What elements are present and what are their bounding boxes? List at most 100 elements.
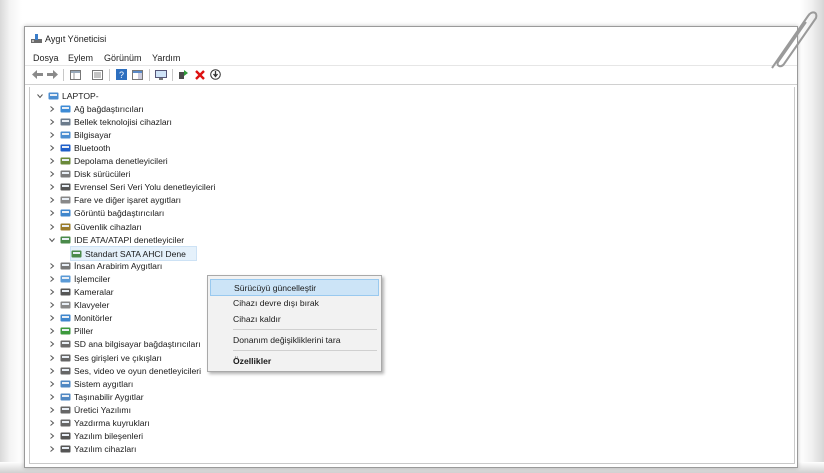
properties-icon[interactable] [91,68,104,81]
device-manager-window: Aygıt Yöneticisi Dosya Eylem Görünüm Yar… [24,26,798,468]
mouse-icon [60,196,71,204]
tree-category[interactable]: Bluetooth [48,141,110,154]
chevron-right-icon[interactable] [48,183,56,191]
chevron-right-icon[interactable] [48,380,56,388]
tree-category[interactable]: Bellek teknolojisi cihazları [48,115,172,128]
forward-icon[interactable] [46,68,59,81]
tree-category[interactable]: Görüntü bağdaştırıcıları [48,207,164,220]
chevron-right-icon[interactable] [48,223,56,231]
tree-item-label: Kameralar [74,287,114,297]
tree-category[interactable]: Monitörler [48,312,112,325]
toolbar-separator [109,69,110,81]
view-pane-icon[interactable] [131,68,144,81]
chevron-right-icon[interactable] [48,157,56,165]
portable-icon [60,393,71,401]
menu-view[interactable]: Görünüm [104,53,142,63]
tree-category[interactable]: Ağ bağdaştırıcıları [48,102,144,115]
tree-item-label: Görüntü bağdaştırıcıları [74,208,165,219]
view-icon[interactable] [69,68,82,81]
camera-icon [60,288,71,296]
chevron-right-icon[interactable] [48,354,56,362]
uninstall-icon[interactable] [193,68,206,81]
tree-category[interactable]: Klavyeler [48,299,109,312]
chevron-right-icon[interactable] [48,340,56,348]
toolbar-separator [149,69,150,81]
chevron-right-icon[interactable] [48,262,56,270]
chevron-down-icon[interactable] [36,92,44,100]
tree-category[interactable]: Ses girişleri ve çıkışları [48,351,162,364]
chevron-right-icon[interactable] [48,406,56,414]
network-icon [60,105,71,113]
tree-category[interactable]: Depolama denetleyicileri [48,155,168,168]
tree-category[interactable]: Yazdırma kuyrukları [48,417,150,430]
chevron-right-icon[interactable] [48,105,56,113]
menu-action[interactable]: Eylem [68,53,93,63]
menu-properties[interactable]: Özellikler [210,353,379,368]
menu-scan-hardware[interactable]: Donanım değişikliklerini tara [210,332,379,347]
chevron-down-icon[interactable] [48,236,56,244]
tree-category[interactable]: İnsan Arabirim Aygıtları [48,259,162,272]
chevron-right-icon[interactable] [48,432,56,440]
chevron-right-icon[interactable] [48,170,56,178]
tree-category[interactable]: Güvenlik cihazları [48,220,142,233]
chevron-right-icon[interactable] [48,275,56,283]
scan-icon[interactable] [209,68,222,81]
monitor-icon[interactable] [154,68,167,81]
chevron-right-icon[interactable] [48,288,56,296]
tree-item-label: Piller [74,326,94,337]
tree-category[interactable]: SD ana bilgisayar bağdaştırıcıları [48,338,201,351]
tree-item-label: Ses, video ve oyun denetleyicileri [74,365,202,376]
chevron-right-icon[interactable] [48,445,56,453]
tree-category[interactable]: Kameralar [48,286,114,299]
menu-disable-device[interactable]: Cihazı devre dışı bırak [210,295,379,310]
tree-root[interactable]: LAPTOP- [36,89,99,102]
back-icon[interactable] [31,68,44,81]
tree-category[interactable]: Taşınabilir Aygıtlar [48,390,144,403]
tree-category[interactable]: Sistem aygıtları [48,377,133,390]
tree-item-label: Depolama denetleyicileri [74,156,168,166]
tree-category[interactable]: Yazılım bileşenleri [48,430,143,443]
hid-icon [60,262,71,270]
tree-category[interactable]: Yazılım cihazları [48,443,136,456]
chevron-right-icon[interactable] [48,209,56,217]
tree-item-label: Ağ bağdaştırıcıları [74,103,144,114]
memory-icon [60,118,71,126]
tree-category[interactable]: İşlemciler [48,272,110,285]
tree-category[interactable]: Evrensel Seri Veri Yolu denetleyicileri [48,181,215,194]
tree-item-label: Sistem aygıtları [74,378,134,389]
menu-uninstall-device[interactable]: Cihazı kaldır [210,311,379,326]
cpu-icon [60,275,71,283]
sd-icon [60,340,71,348]
tree-category[interactable]: Bilgisayar [48,128,111,141]
storage-icon [60,157,71,165]
chevron-right-icon[interactable] [48,314,56,322]
chevron-right-icon[interactable] [48,301,56,309]
menu-help[interactable]: Yardım [152,53,180,63]
menu-bar: Dosya Eylem Görünüm Yardım [25,51,797,66]
chevron-right-icon[interactable] [48,367,56,375]
tree-category[interactable]: Ses, video ve oyun denetleyicileri [48,364,201,377]
chevron-right-icon[interactable] [48,196,56,204]
chevron-right-icon[interactable] [48,118,56,126]
chevron-right-icon[interactable] [48,327,56,335]
menu-file[interactable]: Dosya [33,53,59,63]
tree-item-label: Yazılım bileşenleri [74,431,144,442]
tree-category[interactable]: Piller [48,325,93,338]
chevron-right-icon[interactable] [48,393,56,401]
device-manager-icon [31,34,42,43]
tree-category[interactable]: IDE ATA/ATAPI denetleyiciler [48,233,184,246]
chevron-right-icon[interactable] [48,419,56,427]
svg-text:?: ? [119,70,124,80]
tree-category[interactable]: Üretici Yazılımı [48,403,131,416]
computer-icon [60,131,71,139]
tree-category[interactable]: Fare ve diğer işaret aygıtları [48,194,181,207]
help-icon[interactable]: ? [115,68,128,81]
tree-category[interactable]: Disk sürücüleri [48,168,130,181]
update-driver-icon[interactable] [177,68,190,81]
menu-update-driver[interactable]: Sürücüyü güncelleştir [210,279,379,296]
chevron-right-icon[interactable] [48,144,56,152]
tree-item-label: Klavyeler [74,300,110,311]
chevron-right-icon[interactable] [48,131,56,139]
speaker-icon [60,367,71,375]
software-icon [60,445,71,453]
